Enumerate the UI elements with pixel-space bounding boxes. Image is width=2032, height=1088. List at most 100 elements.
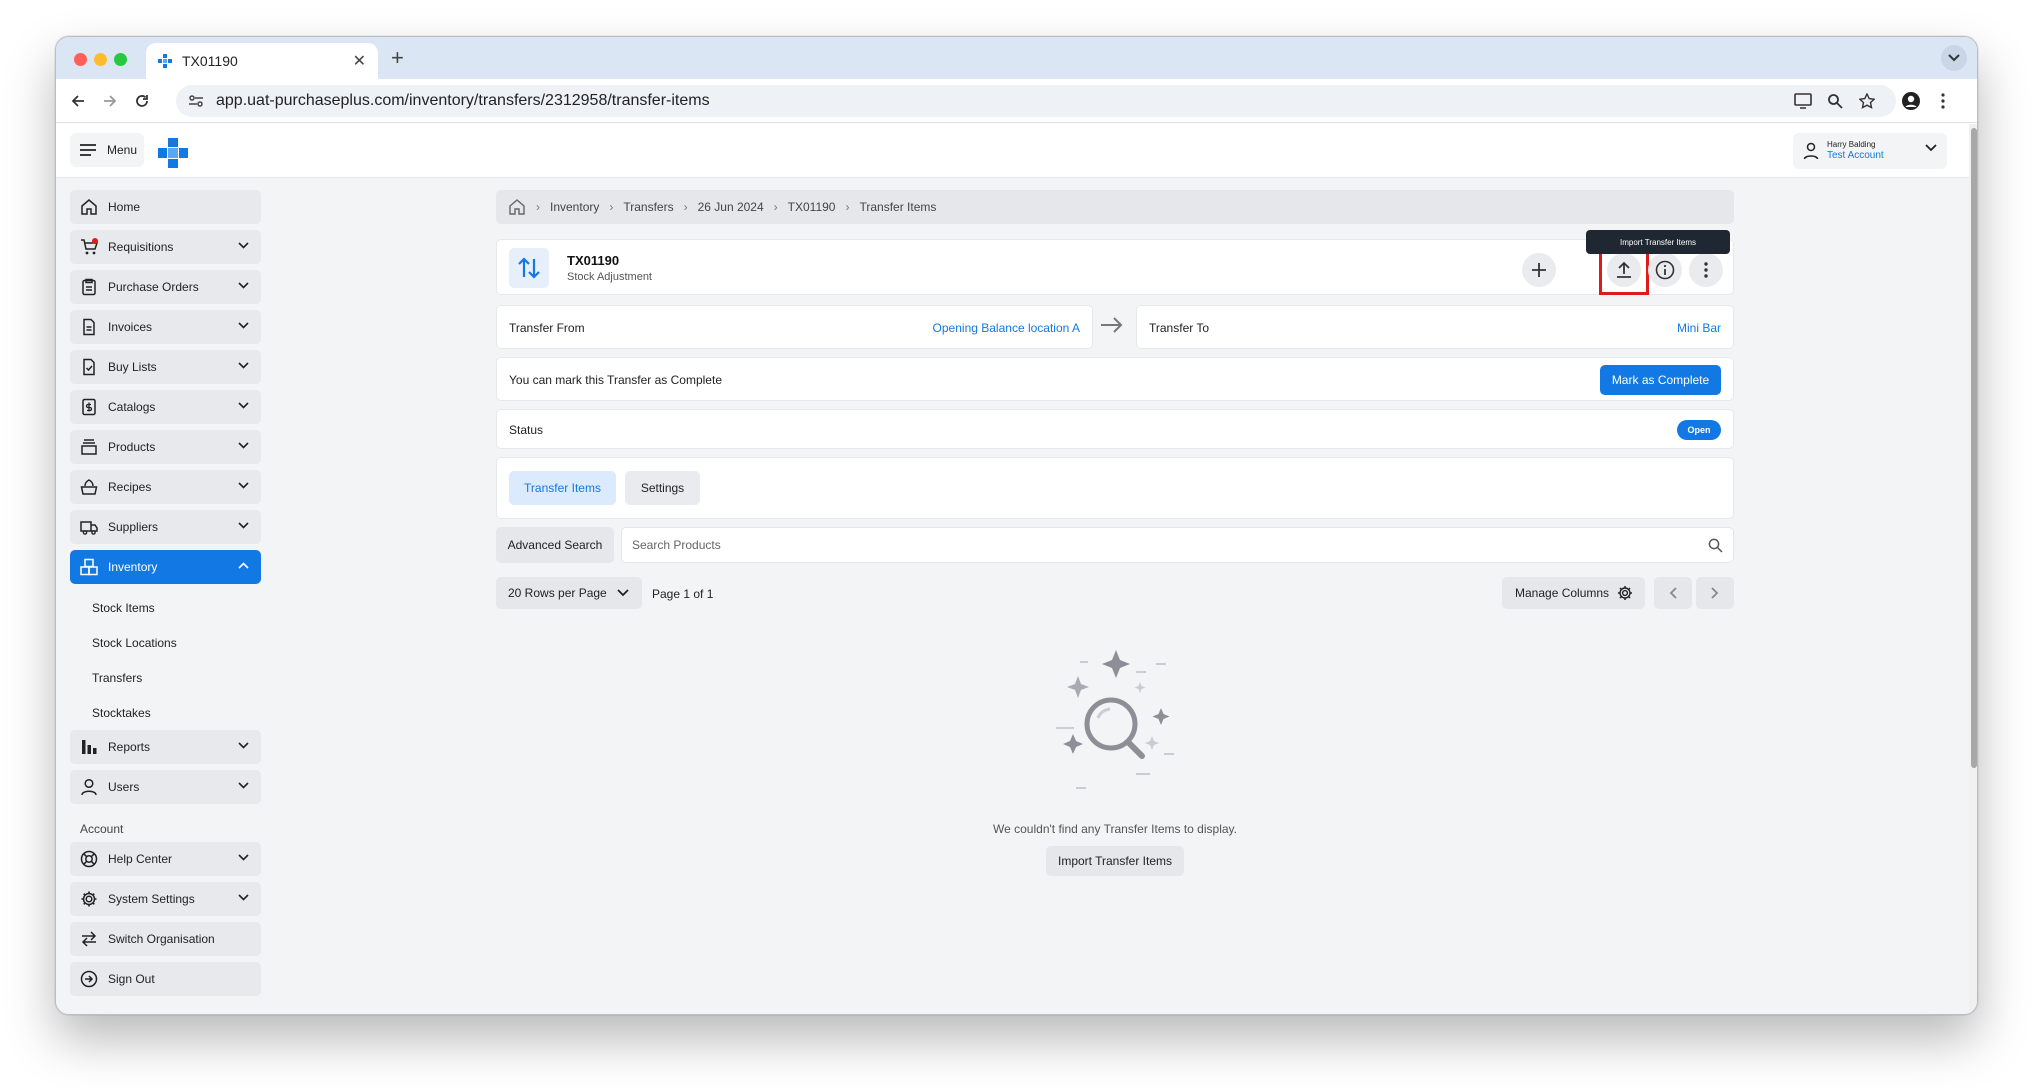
- sidebar-item-inventory[interactable]: Inventory: [70, 550, 261, 584]
- mark-complete-card: You can mark this Transfer as Complete M…: [496, 357, 1734, 401]
- advanced-search-button[interactable]: Advanced Search: [496, 527, 614, 563]
- account-menu[interactable]: Harry Balding Test Account: [1793, 133, 1947, 169]
- info-button[interactable]: [1648, 253, 1682, 287]
- breadcrumb-current: Transfer Items: [859, 200, 937, 214]
- close-tab-icon[interactable]: ✕: [353, 51, 366, 71]
- search-placeholder: Search Products: [632, 538, 721, 552]
- page-content: Menu Harry Balding Test Account Home Req…: [56, 124, 1969, 1014]
- sidebar-item-label: Switch Organisation: [108, 932, 215, 946]
- sidebar-item-recipes[interactable]: Recipes: [70, 470, 261, 504]
- sidebar-item-buy-lists[interactable]: Buy Lists: [70, 350, 261, 384]
- sidebar-item-label: Buy Lists: [108, 360, 157, 374]
- transfer-to-label: Transfer To: [1149, 321, 1210, 335]
- sidebar-item-label: Suppliers: [108, 520, 159, 534]
- sidebar-item-switch-organisation[interactable]: Switch Organisation: [70, 922, 261, 956]
- sidebar-item-help-center[interactable]: Help Center: [70, 842, 261, 876]
- transfer-from-value[interactable]: Opening Balance location A: [933, 321, 1080, 335]
- tab-transfer-items[interactable]: Transfer Items: [509, 471, 616, 505]
- zoom-icon[interactable]: [1823, 89, 1847, 113]
- scrollbar[interactable]: [1969, 124, 1977, 1014]
- cast-icon[interactable]: [1791, 89, 1815, 113]
- sidebar-item-sign-out[interactable]: Sign Out: [70, 962, 261, 996]
- chevron-down-icon: [238, 362, 249, 369]
- sidebar-item-label: Purchase Orders: [108, 280, 199, 294]
- status-card: Status Open: [496, 409, 1734, 449]
- site-info-icon[interactable]: [188, 93, 204, 109]
- url-text: app.uat-purchaseplus.com/inventory/trans…: [216, 92, 710, 109]
- sidebar-item-label: Products: [108, 440, 156, 454]
- sidebar-item-suppliers[interactable]: Suppliers: [70, 510, 261, 544]
- breadcrumb-transfer-id[interactable]: TX01190: [788, 200, 836, 214]
- account-section-label: Account: [80, 822, 124, 836]
- sidebar-item-label: Users: [108, 780, 140, 794]
- home-icon[interactable]: [508, 198, 526, 216]
- purchaseplus-logo[interactable]: [158, 138, 188, 168]
- sidebar-subitem-stock-items[interactable]: Stock Items: [70, 590, 261, 625]
- rows-per-page-select[interactable]: 20 Rows per Page: [496, 577, 642, 609]
- chevron-down-icon: [238, 742, 249, 749]
- sidebar-item-reports[interactable]: Reports: [70, 730, 261, 764]
- forward-button[interactable]: [100, 91, 120, 111]
- sidebar-item-label: Home: [108, 200, 141, 214]
- sidebar-item-purchase-orders[interactable]: Purchase Orders: [70, 270, 261, 304]
- transfer-to-value[interactable]: Mini Bar: [1677, 321, 1721, 335]
- breadcrumb-inventory[interactable]: Inventory: [550, 200, 599, 214]
- chevron-down-icon: [238, 782, 249, 789]
- chevron-down-icon: [238, 522, 249, 529]
- chevron-down-icon: [238, 894, 249, 901]
- empty-state-message: We couldn't find any Transfer Items to d…: [993, 822, 1237, 836]
- breadcrumb-date[interactable]: 26 Jun 2024: [698, 200, 764, 214]
- close-window-button[interactable]: [74, 53, 87, 66]
- tab-settings[interactable]: Settings: [625, 471, 700, 505]
- search-input[interactable]: Search Products: [621, 527, 1734, 563]
- sidebar-item-requisitions[interactable]: Requisitions: [70, 230, 261, 264]
- browser-tab[interactable]: TX01190 ✕: [146, 43, 378, 79]
- tab-search-button[interactable]: [1941, 45, 1967, 71]
- sidebar-item-catalogs[interactable]: Catalogs: [70, 390, 261, 424]
- kebab-icon: [1704, 262, 1708, 278]
- import-transfer-items-cta[interactable]: Import Transfer Items: [1046, 846, 1184, 876]
- chevron-down-icon: [238, 854, 249, 861]
- home-icon: [81, 199, 97, 215]
- zoom-window-button[interactable]: [114, 53, 127, 66]
- profile-icon[interactable]: [1899, 89, 1923, 113]
- user-icon: [1803, 142, 1819, 160]
- reload-button[interactable]: [132, 91, 152, 111]
- browser-menu-icon[interactable]: [1931, 89, 1955, 113]
- menu-button[interactable]: Menu: [70, 133, 144, 167]
- transfer-header-card: TX01190 Stock Adjustment Import Transfer…: [496, 230, 1734, 295]
- sidebar-item-users[interactable]: Users: [70, 770, 261, 804]
- new-tab-button[interactable]: +: [391, 47, 404, 69]
- clipboard-icon: [82, 278, 96, 296]
- manage-columns-button[interactable]: Manage Columns: [1502, 577, 1645, 609]
- transfer-from-label: Transfer From: [509, 321, 585, 335]
- lifebuoy-icon: [80, 850, 98, 868]
- sidebar-item-system-settings[interactable]: System Settings: [70, 882, 261, 916]
- reload-icon: [136, 95, 148, 107]
- chevron-left-icon: [1669, 587, 1677, 599]
- import-tooltip: Import Transfer Items: [1586, 230, 1730, 254]
- recipe-icon: [80, 479, 98, 495]
- arrow-right-icon: [1101, 317, 1123, 333]
- breadcrumb-separator-icon: ›: [845, 200, 850, 214]
- sidebar-subitem-transfers[interactable]: Transfers: [70, 660, 261, 695]
- sidebar-subitem-stocktakes[interactable]: Stocktakes: [70, 695, 261, 730]
- bookmark-star-icon[interactable]: [1855, 89, 1879, 113]
- back-button[interactable]: [68, 91, 88, 111]
- sidebar-item-invoices[interactable]: Invoices: [70, 310, 261, 344]
- more-options-button[interactable]: [1689, 253, 1723, 287]
- sidebar-item-label: Help Center: [108, 852, 173, 866]
- chevron-down-icon: [238, 482, 249, 489]
- minimize-window-button[interactable]: [94, 53, 107, 66]
- address-bar[interactable]: app.uat-purchaseplus.com/inventory/trans…: [176, 85, 1896, 117]
- add-button[interactable]: [1522, 253, 1556, 287]
- previous-page-button[interactable]: [1654, 577, 1692, 609]
- sidebar-item-home[interactable]: Home: [70, 190, 261, 224]
- mark-as-complete-button[interactable]: Mark as Complete: [1600, 365, 1721, 395]
- breadcrumb-transfers[interactable]: Transfers: [623, 200, 673, 214]
- sidebar-subitem-stock-locations[interactable]: Stock Locations: [70, 625, 261, 660]
- next-page-button[interactable]: [1696, 577, 1734, 609]
- arrow-left-icon: [71, 95, 84, 107]
- scrollbar-thumb[interactable]: [1971, 128, 1977, 768]
- sidebar-item-products[interactable]: Products: [70, 430, 261, 464]
